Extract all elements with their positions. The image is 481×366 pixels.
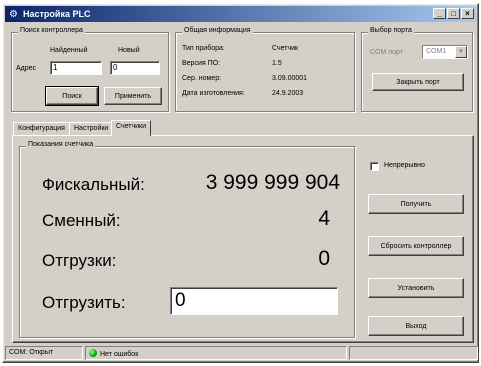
tab-configuration[interactable]: Конфигурация (13, 122, 70, 135)
search-button[interactable]: Поиск (45, 86, 99, 106)
title-bar[interactable]: ⚙ Настройка PLC _ □ × (5, 6, 476, 22)
info-value-device-type: Счетчик (272, 45, 299, 52)
tab-counters[interactable]: Счетчики (111, 120, 152, 136)
minimize-button[interactable]: _ (433, 8, 446, 19)
info-group-legend: Общая информация (182, 27, 253, 34)
shift-value: 4 (318, 207, 330, 230)
info-group: Общая информация Тип прибора: Счетчик Ве… (175, 27, 355, 112)
main-window: ⚙ Настройка PLC _ □ × Поиск контроллера … (2, 3, 479, 363)
info-label-device-type: Тип прибора: (182, 45, 225, 52)
search-group: Поиск контроллера Найденный Новый Адрес … (11, 27, 169, 112)
app-gear-icon: ⚙ (9, 8, 18, 20)
continuous-checkbox[interactable] (370, 162, 379, 171)
info-label-serial: Сер. номер: (182, 75, 222, 82)
search-group-legend: Поиск контроллера (18, 27, 85, 34)
apply-button[interactable]: Применить (104, 87, 162, 105)
window-controls: _ □ × (433, 8, 474, 19)
ship-amount-input[interactable]: 0 (170, 287, 338, 315)
fiscal-value: 3 999 999 904 (205, 171, 340, 194)
shift-label: Сменный: (42, 211, 121, 230)
port-group-legend: Выбор порта (368, 27, 414, 34)
found-label: Найденный (50, 47, 88, 54)
info-label-manufacture-date: Дата изготовления: (182, 90, 245, 97)
info-label-firmware: Версия ПО: (182, 60, 221, 67)
counters-group: Показания счетчика Фискальный: 3 999 999… (19, 141, 355, 338)
info-value-manufacture-date: 24.9.2003 (272, 90, 304, 97)
window-title: Настройка PLC (23, 9, 91, 19)
counters-panel: Показания счетчика Фискальный: 3 999 999… (12, 135, 474, 343)
status-port: COM: Открыт (5, 346, 83, 360)
address-label: Адрес (16, 65, 37, 72)
continuous-label: Непрерывно (384, 162, 425, 169)
info-value-serial: 3.09.00001 (272, 75, 308, 82)
maximize-button[interactable]: □ (447, 8, 460, 19)
chevron-down-icon[interactable]: ▼ (455, 46, 467, 58)
close-port-button[interactable]: Закрыть порт (372, 73, 464, 91)
shipments-label: Отгрузки: (42, 251, 117, 270)
counters-group-legend: Показания счетчика (26, 141, 96, 148)
new-label: Новый (118, 47, 140, 54)
ship-label: Отгрузить: (42, 293, 126, 312)
reset-controller-button[interactable]: Сбросить контроллер (368, 236, 464, 256)
com-port-value: COM1 (426, 48, 447, 55)
shipments-value: 0 (318, 247, 330, 270)
new-address-input[interactable]: 0 (110, 61, 160, 75)
tab-settings[interactable]: Настройки (69, 122, 114, 135)
status-bar: COM: Открыт Нет ошибок (5, 346, 478, 360)
status-empty-pane (349, 346, 478, 360)
found-address-input[interactable]: 1 (50, 61, 102, 75)
com-port-select[interactable]: COM1 ▼ (422, 45, 468, 59)
close-button[interactable]: × (461, 8, 474, 19)
status-errors-pane: Нет ошибок (85, 346, 347, 360)
status-errors: Нет ошибок (100, 351, 139, 358)
port-group: Выбор порта COM порт COM1 ▼ Закрыть порт (361, 27, 473, 112)
set-button[interactable]: Установить (368, 278, 464, 298)
exit-button[interactable]: Выход (368, 316, 464, 336)
fiscal-label: Фискальный: (42, 175, 145, 194)
info-value-firmware: 1.5 (272, 60, 282, 67)
get-button[interactable]: Получить (368, 194, 464, 214)
status-ok-led-icon (89, 349, 97, 357)
com-port-label: COM порт (370, 49, 403, 56)
